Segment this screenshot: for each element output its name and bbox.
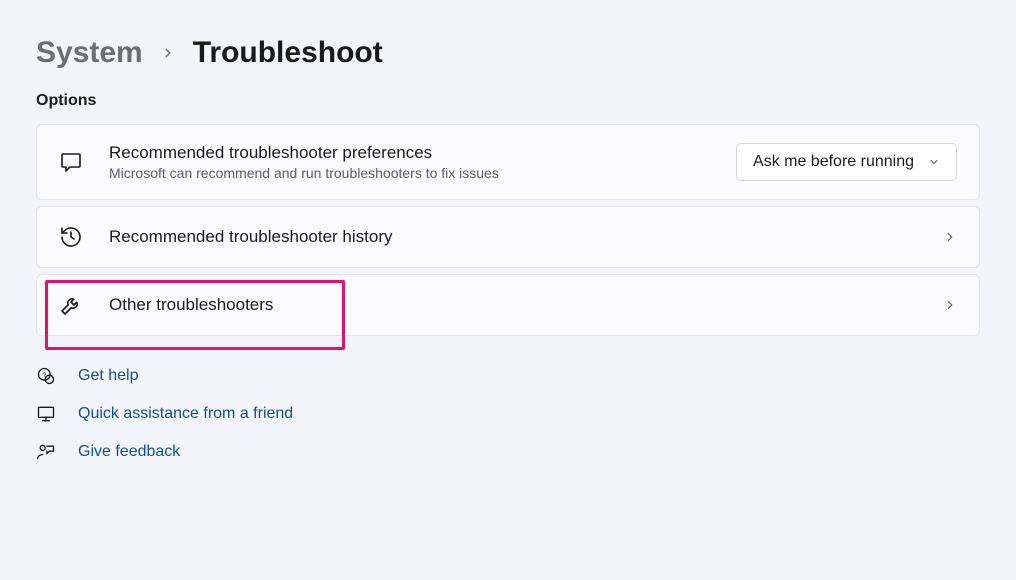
card-action: Ask me before running (736, 143, 957, 181)
troubleshooter-preference-dropdown[interactable]: Ask me before running (736, 143, 957, 181)
troubleshoot-page: System Troubleshoot Options Recommended … (0, 0, 1016, 462)
quick-assist-link[interactable]: Quick assistance from a friend (78, 405, 293, 423)
card-title: Recommended troubleshooter history (109, 227, 917, 247)
link-row-give-feedback: Give feedback (36, 442, 980, 462)
help-links: ? Get help Quick assistance from a frien… (36, 366, 980, 462)
get-help-link[interactable]: Get help (78, 367, 138, 385)
card-subtitle: Microsoft can recommend and run troubles… (109, 165, 710, 181)
link-row-get-help: ? Get help (36, 366, 980, 386)
wrench-icon (59, 293, 83, 317)
highlight-annotation (45, 280, 345, 350)
chevron-right-icon (943, 230, 957, 244)
chevron-right-icon (161, 46, 175, 60)
chevron-down-icon (928, 156, 940, 168)
card-body: Recommended troubleshooter preferences M… (109, 143, 710, 181)
history-icon (59, 225, 83, 249)
breadcrumb-parent[interactable]: System (36, 36, 143, 70)
section-title-options: Options (36, 92, 980, 110)
help-icon: ? (36, 366, 56, 386)
chevron-right-icon (943, 298, 957, 312)
dropdown-value: Ask me before running (753, 153, 914, 171)
card-other-troubleshooters[interactable]: Other troubleshooters (36, 274, 980, 336)
comment-icon (59, 150, 83, 174)
card-body: Other troubleshooters (109, 295, 917, 315)
breadcrumb: System Troubleshoot (36, 36, 980, 70)
feedback-icon (36, 442, 56, 462)
monitor-icon (36, 404, 56, 424)
card-body: Recommended troubleshooter history (109, 227, 917, 247)
page-title: Troubleshoot (193, 36, 383, 70)
svg-text:?: ? (42, 372, 46, 379)
card-recommended-history[interactable]: Recommended troubleshooter history (36, 206, 980, 268)
link-row-quick-assist: Quick assistance from a friend (36, 404, 980, 424)
give-feedback-link[interactable]: Give feedback (78, 443, 180, 461)
card-title: Other troubleshooters (109, 295, 917, 315)
card-title: Recommended troubleshooter preferences (109, 143, 710, 163)
card-recommended-preferences: Recommended troubleshooter preferences M… (36, 124, 980, 200)
